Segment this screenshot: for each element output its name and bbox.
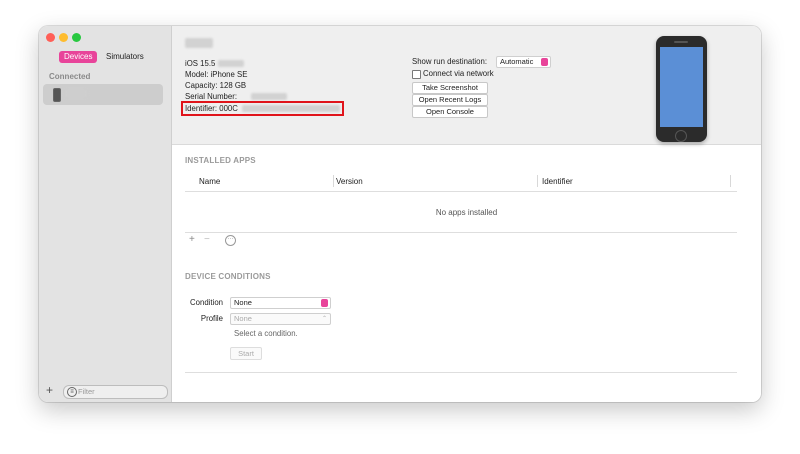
profile-label: Profile: [200, 314, 223, 323]
minimize-window-button[interactable]: [59, 33, 68, 42]
column-separator: [333, 175, 334, 187]
device-header: iOS 15.5 Model: iPhone SE Capacity: 128 …: [172, 26, 761, 145]
redacted-device-title: [185, 38, 213, 48]
condition-select[interactable]: None: [230, 297, 331, 309]
redacted-device-name: [65, 90, 87, 97]
show-run-destination-label: Show run destination:: [412, 57, 487, 66]
take-screenshot-button[interactable]: Take Screenshot: [412, 82, 488, 94]
plus-icon[interactable]: +: [46, 383, 53, 397]
device-detail: iOS 15.5 Model: iPhone SE Capacity: 128 …: [172, 26, 761, 402]
profile-select[interactable]: None ⌃: [230, 313, 331, 325]
select-condition-hint: Select a condition.: [234, 329, 298, 338]
device-model: Model: iPhone SE: [185, 70, 248, 79]
identifier-highlight-box: [181, 101, 344, 116]
ios-version: iOS 15.5: [185, 59, 216, 68]
remove-app-button[interactable]: −: [204, 234, 210, 245]
connect-via-network-label: Connect via network: [423, 69, 494, 78]
close-window-button[interactable]: [46, 33, 55, 42]
phone-speaker: [674, 41, 688, 43]
filter-icon: ≡: [67, 387, 77, 397]
condition-label: Condition: [190, 298, 223, 307]
open-recent-logs-button[interactable]: Open Recent Logs: [412, 94, 488, 106]
column-name[interactable]: Name: [199, 177, 220, 186]
sidebar-footer: + ≡ Filter: [39, 382, 171, 402]
device-serial: Serial Number:: [185, 92, 237, 101]
column-separator: [537, 175, 538, 187]
table-bottom-divider: [185, 232, 737, 233]
chevron-updown-icon: [541, 58, 548, 66]
column-version[interactable]: Version: [336, 177, 363, 186]
table-header-divider: [185, 191, 737, 192]
no-apps-message: No apps installed: [435, 208, 498, 217]
more-options-icon[interactable]: ···: [225, 235, 236, 246]
sidebar-item-connected-device[interactable]: [43, 84, 163, 105]
filter-field[interactable]: ≡ Filter: [63, 385, 168, 399]
redacted-serial: [251, 93, 287, 100]
add-app-button[interactable]: +: [189, 234, 195, 245]
tab-simulators[interactable]: Simulators: [101, 51, 149, 63]
column-separator: [730, 175, 731, 187]
chevron-updown-icon: ⌃: [321, 316, 328, 322]
iphone-illustration: [656, 36, 707, 142]
conditions-bottom-divider: [185, 372, 737, 373]
devices-window: Devices Simulators Connected + ≡ Filter …: [39, 26, 761, 402]
run-destination-select[interactable]: Automatic: [496, 56, 551, 68]
redacted-build: [218, 60, 244, 67]
installed-apps-title: INSTALLED APPS: [185, 156, 256, 165]
phone-screen: [660, 47, 703, 127]
iphone-icon: [53, 88, 61, 102]
tab-devices[interactable]: Devices: [59, 51, 98, 63]
connect-via-network-checkbox[interactable]: [412, 70, 421, 79]
device-conditions-title: DEVICE CONDITIONS: [185, 272, 271, 281]
open-console-button[interactable]: Open Console: [412, 106, 488, 118]
zoom-window-button[interactable]: [72, 33, 81, 42]
phone-home-button: [675, 130, 687, 142]
column-identifier[interactable]: Identifier: [542, 177, 573, 186]
filter-placeholder: Filter: [78, 387, 95, 396]
sidebar: Devices Simulators Connected + ≡ Filter: [39, 26, 172, 402]
chevron-updown-icon: [321, 299, 328, 307]
device-capacity: Capacity: 128 GB: [185, 81, 247, 90]
connected-section-header: Connected: [49, 72, 91, 81]
start-condition-button[interactable]: Start: [230, 347, 262, 360]
